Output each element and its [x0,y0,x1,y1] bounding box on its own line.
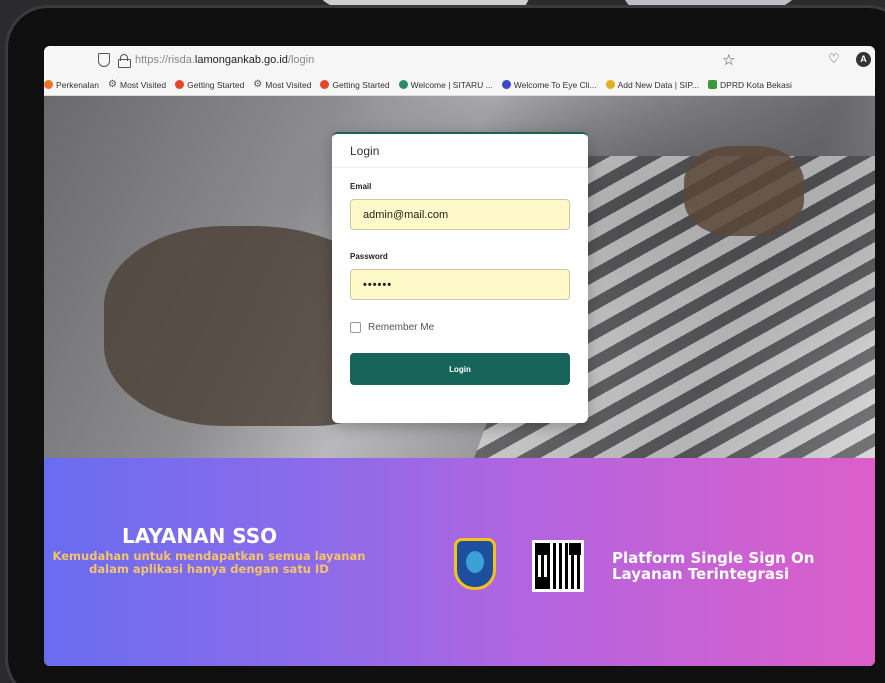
bookmark-item[interactable]: Add New Data | SIP... [605,80,699,90]
bookmarks-bar: Perkenalan ⚙ Most Visited Getting Started… [44,74,875,96]
banner-subtitle: Kemudahan untuk mendapatkan semua layana… [44,550,374,576]
banner-title: LAYANAN SSO [122,524,278,548]
pocket-icon[interactable]: ♡ [828,51,840,67]
firefox-icon [175,80,185,89]
bookmark-item[interactable]: ⚙ Most Visited [253,79,311,90]
account-avatar[interactable]: A [856,52,871,67]
gear-icon: ⚙ [253,79,263,90]
background-hand [684,146,804,236]
remember-me[interactable]: Remember Me [350,322,570,333]
globe-icon [501,80,511,89]
site-icon [605,80,615,89]
tracking-shield-icon[interactable] [98,53,110,67]
tablet-frame: https://risda.lamongankab.go.id/login ☆ … [8,8,885,683]
url-bar[interactable]: https://risda.lamongankab.go.id/login ☆ … [44,46,875,74]
bookmark-item[interactable]: Getting Started [320,80,390,90]
lock-icon[interactable] [118,54,131,68]
gear-icon: ⚙ [108,79,117,90]
banner-subtitle-line: dalam aplikasi hanya dengan satu ID [89,562,329,576]
regency-emblem-logo [454,538,496,590]
globe-icon [398,80,408,89]
bookmark-item[interactable]: Getting Started [175,80,244,90]
email-label: Email [350,182,372,191]
url-icons [98,53,131,68]
password-label: Password [350,252,388,261]
bookmark-item[interactable]: DPRD Kota Bekasi [708,80,792,90]
site-icon [708,80,718,89]
bookmark-star-icon[interactable]: ☆ [722,51,735,69]
remember-me-checkbox[interactable] [350,322,361,333]
remember-me-label: Remember Me [368,322,435,333]
bookmark-item[interactable]: Welcome To Eye Cli... [501,80,597,90]
login-card-title: Login [332,134,588,168]
firefox-icon [44,80,53,89]
bookmark-item[interactable]: Welcome | SITARU ... [398,80,493,90]
url-text[interactable]: https://risda.lamongankab.go.id/login [135,54,314,66]
email-field[interactable] [350,199,570,230]
bookmark-item[interactable]: ⚙ Most Visited [108,79,166,90]
qr-code [532,540,584,592]
platform-line: Platform Single Sign On [612,549,815,567]
firefox-icon [320,80,330,89]
bookmark-item[interactable]: Perkenalan [44,80,99,90]
platform-text: Platform Single Sign On Layanan Terinteg… [612,550,814,582]
login-button[interactable]: Login [350,353,570,385]
sso-banner: LAYANAN SSO Kemudahan untuk mendapatkan … [44,458,875,666]
screen: https://risda.lamongankab.go.id/login ☆ … [44,46,875,666]
platform-line: Layanan Terintegrasi [612,565,790,583]
password-field[interactable] [350,269,570,300]
login-card: Login Email Password Remember Me Login [332,132,588,423]
